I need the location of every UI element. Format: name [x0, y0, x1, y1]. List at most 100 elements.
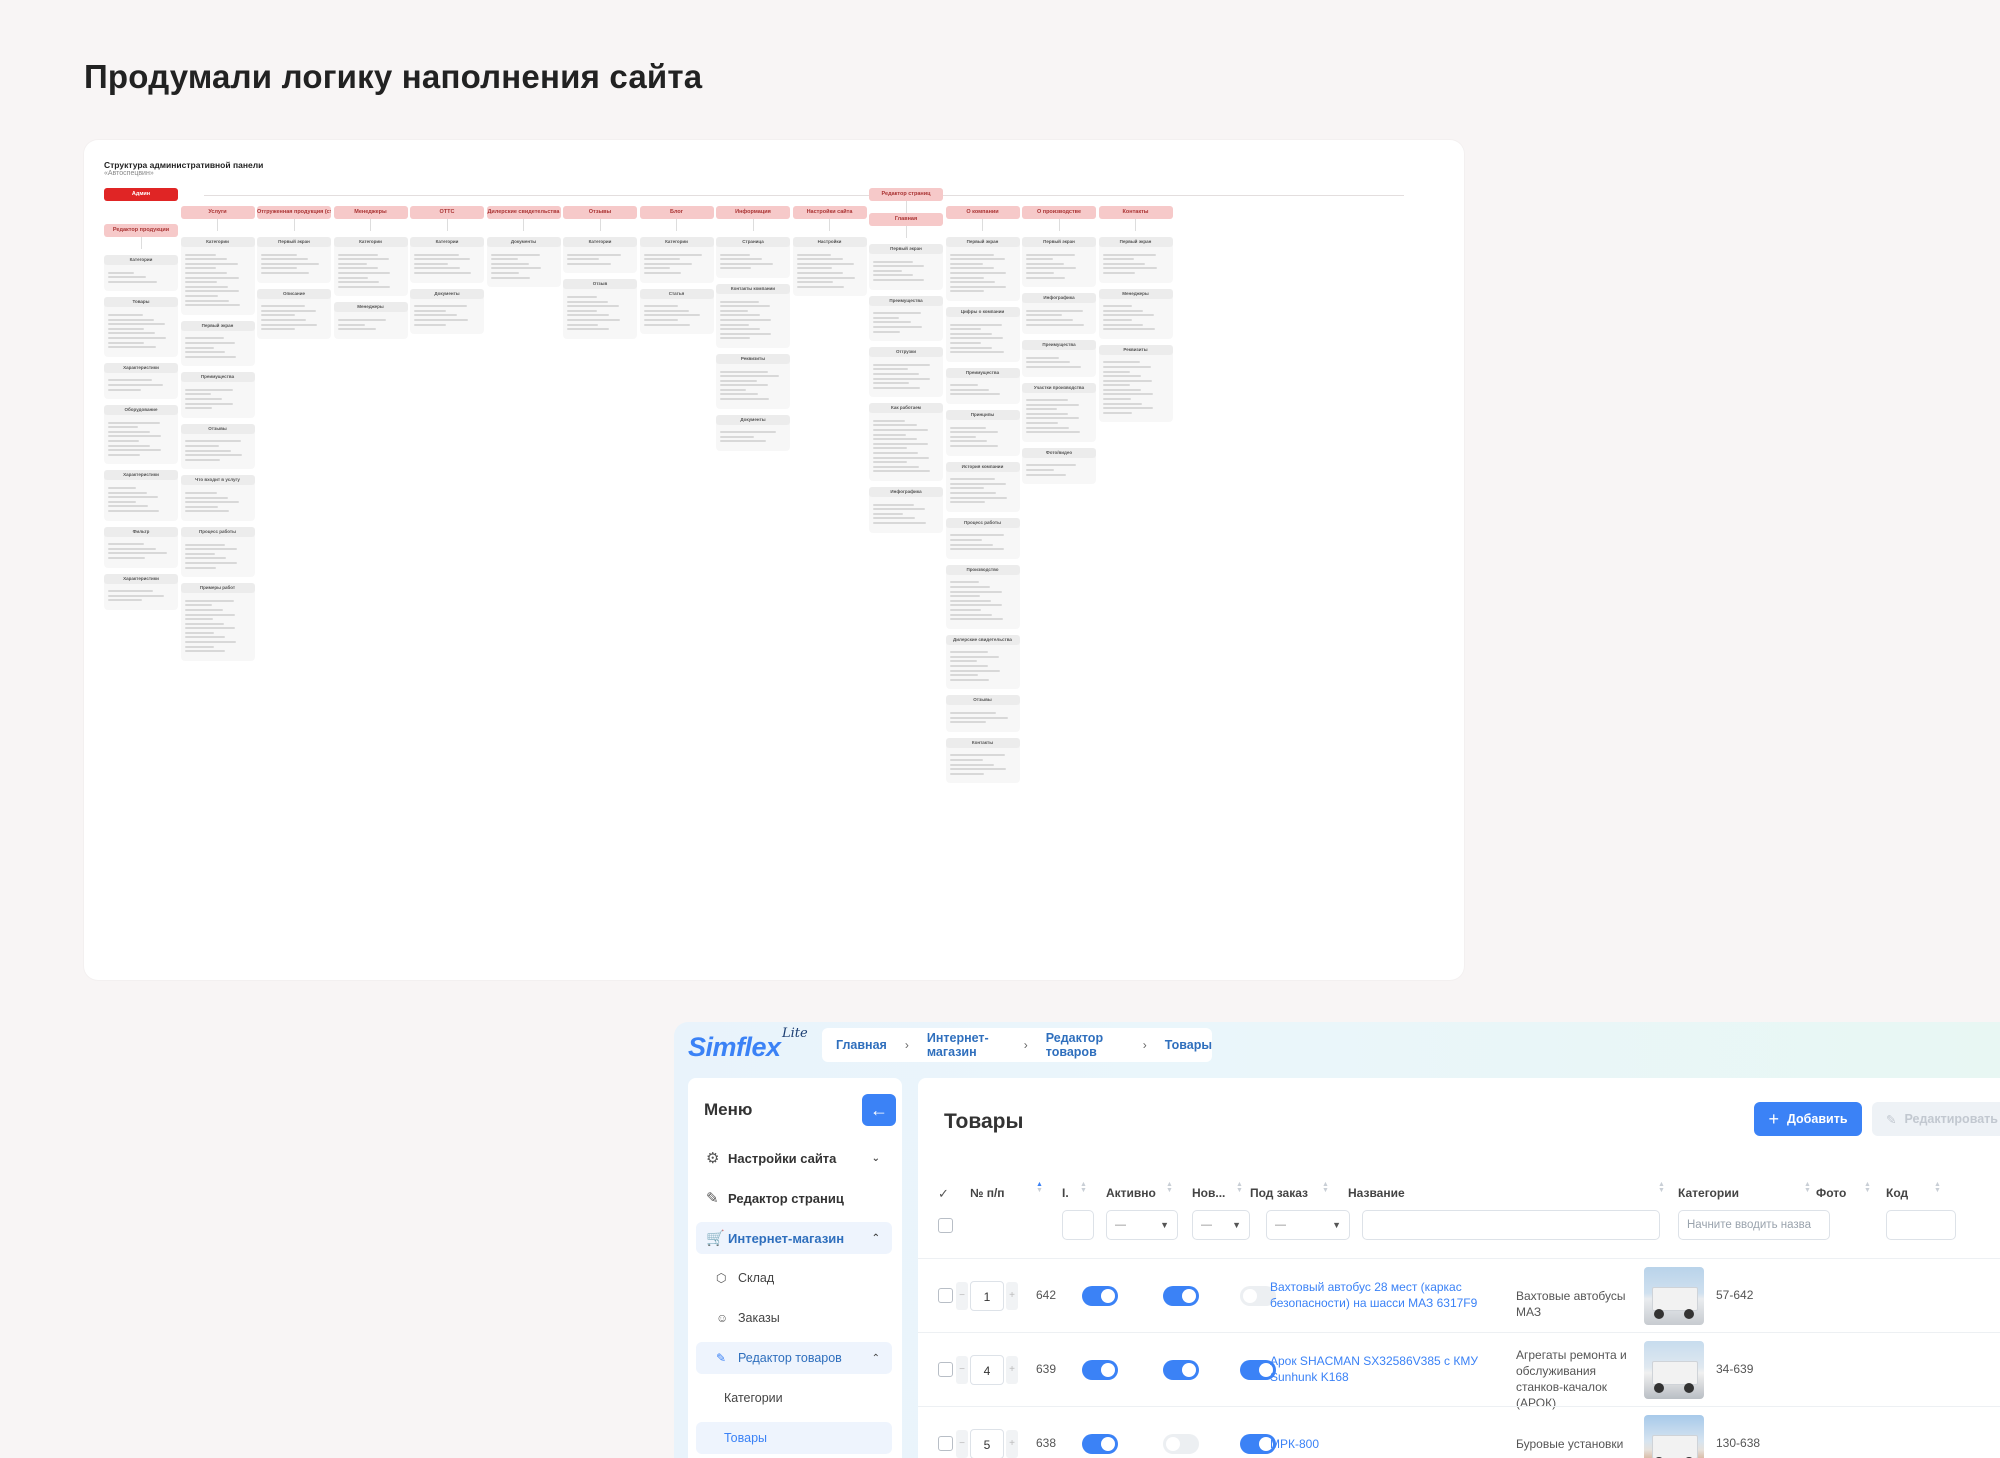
sidebar-item-warehouse[interactable]: ⬡ Склад: [696, 1262, 892, 1294]
order-stepper[interactable]: −4 +: [956, 1354, 1018, 1386]
sitemap-section-label: Процесс работы: [180, 526, 255, 537]
order-stepper[interactable]: −5 +: [956, 1428, 1018, 1458]
order-stepper[interactable]: −1 +: [956, 1280, 1018, 1312]
sitemap-section-label: Контакты: [945, 737, 1020, 748]
new-toggle[interactable]: [1163, 1286, 1199, 1306]
column-header-active[interactable]: Активно: [1106, 1186, 1156, 1200]
filter-select-value: —: [1275, 1219, 1286, 1231]
active-toggle[interactable]: [1082, 1360, 1118, 1380]
new-toggle[interactable]: [1163, 1434, 1199, 1454]
column-header-code[interactable]: Код: [1886, 1186, 1908, 1200]
sort-icon[interactable]: ▲ ▼: [1080, 1181, 1087, 1194]
sitemap-section: Статья: [639, 288, 714, 335]
filter-name-input[interactable]: [1362, 1210, 1660, 1240]
filter-preorder-select[interactable]: — ▼: [1266, 1210, 1350, 1240]
sort-icon[interactable]: ▲ ▼: [1236, 1181, 1243, 1194]
sidebar-item-products[interactable]: Товары: [696, 1422, 892, 1454]
breadcrumb-shop[interactable]: Интернет-магазин: [927, 1031, 1006, 1059]
edit-button[interactable]: ✎ Редактировать: [1872, 1102, 2000, 1136]
wheel-image: [1684, 1383, 1694, 1393]
add-button-label: Добавить: [1786, 1112, 1848, 1126]
product-photo[interactable]: [1644, 1415, 1704, 1458]
row-checkbox[interactable]: [938, 1288, 953, 1303]
sitemap-section: Как работаем: [869, 403, 943, 481]
sidebar-item-orders[interactable]: ☺ Заказы: [696, 1302, 892, 1334]
sitemap-section-label: Первый экран: [1098, 237, 1173, 247]
increment-button[interactable]: +: [1006, 1430, 1018, 1458]
decrement-button[interactable]: −: [956, 1430, 968, 1458]
order-value[interactable]: 1: [970, 1281, 1004, 1311]
sitemap-section: Инфографика: [869, 487, 943, 533]
product-category: Вахтовые автобусы МАЗ: [1516, 1289, 1626, 1319]
product-name-link[interactable]: МРК-800: [1270, 1436, 1508, 1452]
sitemap-section-fields: [104, 373, 178, 395]
sidebar-item-page-editor[interactable]: ✎ Редактор страниц: [696, 1182, 892, 1214]
decrement-button[interactable]: −: [956, 1282, 968, 1310]
product-code: 57-642: [1716, 1288, 1754, 1302]
increment-button[interactable]: +: [1006, 1356, 1018, 1384]
sitemap-section: Характеристики: [104, 362, 178, 400]
column-header-preorder[interactable]: Под заказ: [1250, 1186, 1308, 1200]
decrement-button[interactable]: −: [956, 1356, 968, 1384]
arrow-left-icon: ←: [870, 1100, 888, 1120]
sort-icon[interactable]: ▲ ▼: [1934, 1181, 1941, 1194]
sitemap-section-label: Документы: [716, 414, 790, 425]
page-title: Продумали логику наполнения сайта: [84, 58, 703, 95]
column-header-photo[interactable]: Фото: [1816, 1186, 1846, 1200]
collapse-menu-button[interactable]: ←: [862, 1094, 896, 1126]
sitemap-section-label: История компании: [945, 461, 1020, 472]
new-toggle[interactable]: [1163, 1360, 1199, 1380]
table-row[interactable]: −4 +639 Арок SHACMAN SX32586V385 с КМУ Sun…: [918, 1332, 2000, 1410]
breadcrumb-home[interactable]: Главная: [836, 1038, 887, 1052]
sitemap-section: Отзывы: [945, 695, 1020, 732]
sitemap-column-head: Дилерские свидетельства: [486, 206, 561, 219]
active-toggle[interactable]: [1082, 1286, 1118, 1306]
column-header-name[interactable]: Название: [1348, 1186, 1405, 1200]
filter-new-select[interactable]: — ▼: [1192, 1210, 1250, 1240]
filter-id-input[interactable]: [1062, 1210, 1094, 1240]
column-header-new[interactable]: Нов...: [1192, 1186, 1225, 1200]
sitemap-column-head: О компании: [945, 206, 1020, 219]
order-value[interactable]: 4: [970, 1355, 1004, 1385]
sidebar-item-site-settings[interactable]: ⚙ Настройки сайта ⌄: [696, 1142, 892, 1174]
table-row[interactable]: −1 +642 Вахтовый автобус 28 мест (каркас б…: [918, 1258, 2000, 1333]
select-all-checkbox[interactable]: [938, 1218, 953, 1233]
breadcrumb-product-editor[interactable]: Редактор товаров: [1046, 1031, 1125, 1059]
sidebar-item-shop[interactable]: 🛒 Интернет-магазин ⌃: [696, 1222, 892, 1254]
sort-icon[interactable]: ▲ ▼: [1166, 1181, 1173, 1194]
sitemap-column: Отгруженная продукция (страница) Первый э…: [257, 206, 331, 339]
product-name-link[interactable]: Арок SHACMAN SX32586V385 с КМУ Sunhunk K…: [1270, 1353, 1508, 1385]
filter-code-input[interactable]: [1886, 1210, 1956, 1240]
order-value[interactable]: 5: [970, 1429, 1004, 1458]
sitemap-connector: [982, 219, 983, 231]
toggle-knob: [1182, 1363, 1196, 1377]
sitemap-section-label: Фильтр: [104, 526, 178, 537]
column-header-category[interactable]: Категории: [1678, 1186, 1739, 1200]
sitemap-column: Настройки сайта Настройки: [792, 206, 867, 297]
sitemap-section: Первый экран: [869, 244, 943, 290]
product-photo[interactable]: [1644, 1267, 1704, 1325]
sort-icon[interactable]: ▲ ▼: [1322, 1181, 1329, 1194]
admin-window: Simflex Lite Главная › Интернет-магазин …: [674, 1022, 2000, 1458]
select-all-check-icon[interactable]: ✓: [938, 1186, 949, 1202]
table-row[interactable]: −5 +638 МРК-800 Буровые установки 130-638: [918, 1406, 2000, 1458]
column-header-id[interactable]: I.: [1062, 1186, 1069, 1200]
filter-category-input[interactable]: Начните вводить назва: [1678, 1210, 1830, 1240]
product-name-link[interactable]: Вахтовый автобус 28 мест (каркас безопас…: [1270, 1279, 1508, 1311]
sort-icon[interactable]: ▲ ▼: [1804, 1181, 1811, 1194]
sort-asc-icon[interactable]: ▲ ▼: [1036, 1181, 1043, 1194]
filter-active-select[interactable]: — ▼: [1106, 1210, 1178, 1240]
sidebar-item-categories[interactable]: Категории: [696, 1382, 892, 1414]
column-header-order[interactable]: № п/п: [970, 1186, 1005, 1200]
breadcrumb-products[interactable]: Товары: [1165, 1038, 1212, 1052]
sidebar-item-product-editor[interactable]: ✎ Редактор товаров ⌃: [696, 1342, 892, 1374]
product-photo[interactable]: [1644, 1341, 1704, 1399]
row-checkbox[interactable]: [938, 1362, 953, 1377]
active-toggle[interactable]: [1082, 1434, 1118, 1454]
row-checkbox[interactable]: [938, 1436, 953, 1451]
sort-icon[interactable]: ▲ ▼: [1658, 1181, 1665, 1194]
sort-icon[interactable]: ▲ ▼: [1864, 1181, 1871, 1194]
increment-button[interactable]: +: [1006, 1282, 1018, 1310]
sitemap-section-label: Дилерские свидетельства: [945, 634, 1020, 645]
add-button[interactable]: + Добавить: [1754, 1102, 1862, 1136]
